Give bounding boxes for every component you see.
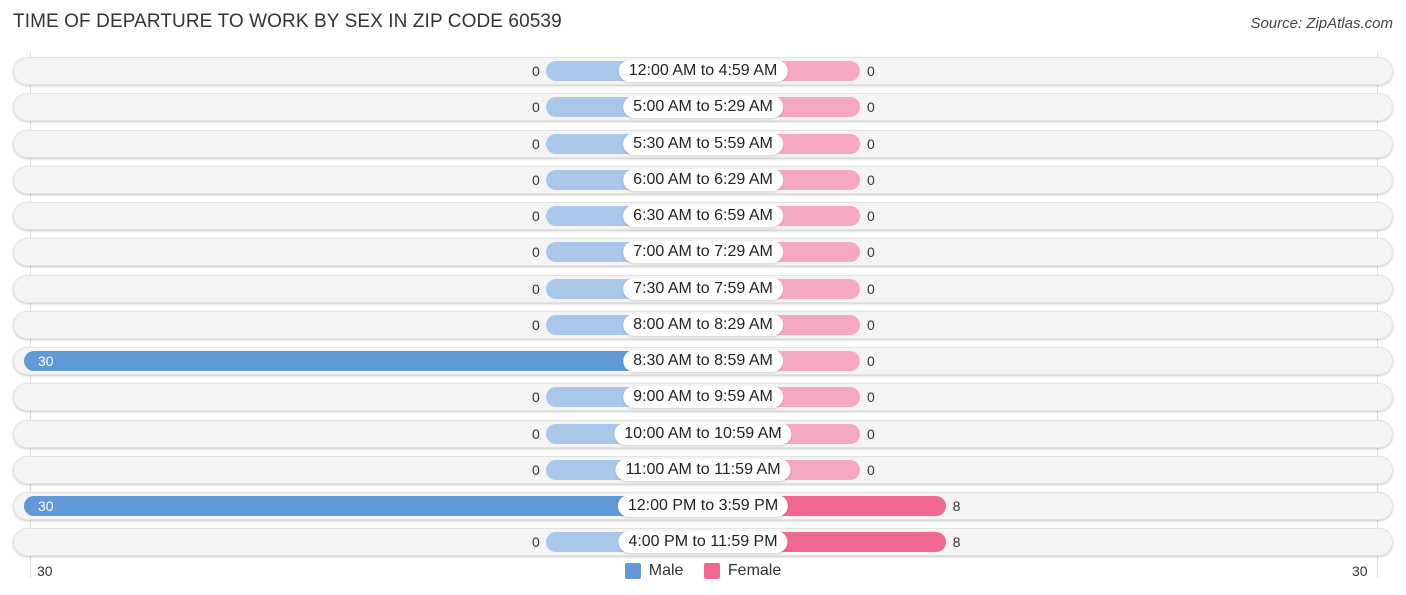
value-label-male: 0	[532, 244, 540, 261]
value-label-female: 0	[867, 135, 875, 152]
value-label-male: 0	[532, 425, 540, 442]
value-label-male: 30	[38, 353, 54, 369]
chart-row: 0 0 5:00 AM to 5:29 AM	[13, 93, 1393, 122]
chart-row: 0 0 5:30 AM to 5:59 AM	[13, 129, 1393, 158]
category-label: 4:00 PM to 11:59 PM	[618, 531, 788, 554]
value-label-female: 0	[867, 63, 875, 79]
chart-row: 0 0 7:00 AM to 7:29 AM	[13, 238, 1393, 267]
value-label-female: 0	[867, 244, 875, 261]
value-label-female: 0	[867, 99, 875, 116]
value-label-male: 0	[532, 171, 540, 188]
category-label: 7:00 AM to 7:29 AM	[623, 241, 783, 264]
value-label-female: 0	[867, 280, 875, 297]
category-label: 5:00 AM to 5:29 AM	[623, 96, 783, 119]
value-label-male: 0	[532, 63, 540, 79]
chart-row: 0 8 4:00 PM to 11:59 PM	[13, 528, 1393, 557]
category-label: 7:30 AM to 7:59 AM	[623, 277, 783, 300]
value-label-female: 0	[867, 171, 875, 188]
category-label: 10:00 AM to 10:59 AM	[614, 422, 792, 445]
category-label: 6:00 AM to 6:29 AM	[623, 168, 783, 191]
category-label: 8:00 AM to 8:29 AM	[623, 313, 783, 336]
legend-label-female: Female	[727, 562, 782, 579]
value-label-female: 8	[952, 534, 961, 551]
value-label-male: 0	[532, 389, 540, 406]
legend-label-male: Male	[648, 562, 684, 579]
chart-row: 0 0 7:30 AM to 7:59 AM	[13, 274, 1393, 303]
chart-row: 30 0 8:30 AM to 8:59 AM	[13, 347, 1393, 375]
legend-swatch-male	[624, 563, 641, 579]
value-label-female: 0	[867, 425, 875, 442]
legend-item-female: Female	[703, 562, 782, 580]
source-label: Source: ZipAtlas.com	[1250, 15, 1393, 32]
value-label-female: 0	[867, 389, 875, 406]
legend: Male Female	[0, 562, 1406, 584]
value-label-male: 0	[532, 534, 540, 551]
chart-row: 0 0 11:00 AM to 11:59 AM	[13, 455, 1393, 484]
chart-row: 30 8 12:00 PM to 3:59 PM	[13, 492, 1393, 520]
category-label: 6:30 AM to 6:59 AM	[623, 205, 783, 227]
value-label-male: 0	[532, 208, 540, 224]
bar-male	[24, 496, 703, 516]
chart-title: TIME OF DEPARTURE TO WORK BY SEX IN ZIP …	[13, 11, 562, 32]
value-label-male: 0	[532, 316, 540, 333]
chart-row: 0 0 6:30 AM to 6:59 AM	[13, 202, 1393, 230]
value-label-female: 8	[952, 498, 961, 514]
category-label: 5:30 AM to 5:59 AM	[623, 132, 783, 155]
value-label-female: 0	[867, 316, 875, 333]
value-label-female: 0	[867, 353, 875, 369]
category-label: 9:00 AM to 9:59 AM	[623, 386, 783, 409]
chart-row: 0 0 9:00 AM to 9:59 AM	[13, 383, 1393, 412]
category-label: 12:00 AM to 4:59 AM	[618, 60, 788, 82]
value-label-male: 0	[532, 461, 540, 478]
category-label: 8:30 AM to 8:59 AM	[623, 350, 783, 372]
value-label-male: 0	[532, 280, 540, 297]
value-label-male: 0	[532, 99, 540, 116]
chart-row: 0 0 8:00 AM to 8:29 AM	[13, 310, 1393, 339]
chart-row: 0 0 10:00 AM to 10:59 AM	[13, 419, 1393, 448]
legend-swatch-female	[703, 563, 720, 579]
value-label-male: 30	[38, 498, 54, 514]
legend-item-male: Male	[624, 562, 684, 580]
chart-row: 0 0 6:00 AM to 6:29 AM	[13, 165, 1393, 194]
bar-male	[24, 351, 703, 371]
value-label-male: 0	[532, 135, 540, 152]
value-label-female: 0	[867, 461, 875, 478]
category-label: 11:00 AM to 11:59 AM	[615, 458, 791, 481]
value-label-female: 0	[867, 208, 875, 224]
category-label: 12:00 PM to 3:59 PM	[617, 495, 789, 517]
chart-row: 0 0 12:00 AM to 4:59 AM	[13, 57, 1393, 85]
